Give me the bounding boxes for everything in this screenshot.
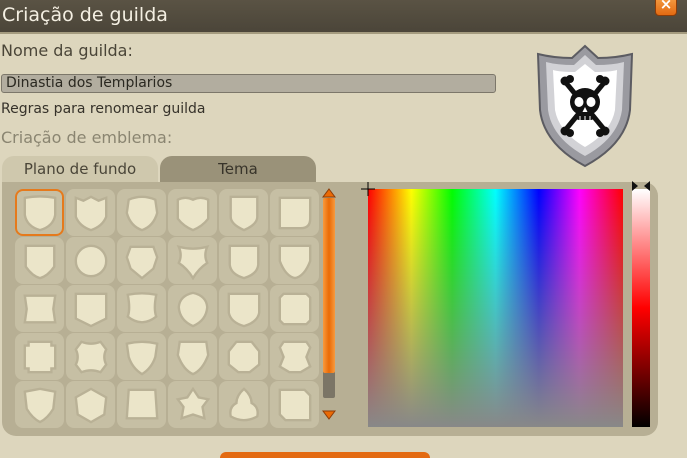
shield-shape-icon <box>278 244 311 279</box>
shape-option[interactable] <box>117 189 166 236</box>
shape-option[interactable] <box>219 237 268 284</box>
shape-option[interactable] <box>66 237 115 284</box>
shield-shape-icon <box>228 244 259 279</box>
emblem-section-label: Criação de emblema: <box>1 128 173 147</box>
guild-name-input[interactable]: Dinastia dos Templarios <box>1 74 496 93</box>
shape-option[interactable] <box>270 381 319 428</box>
guild-creation-window: Criação de guilda × Nome da guilda: Dina… <box>0 0 687 458</box>
shield-shape-icon <box>23 194 56 231</box>
rename-rules-link[interactable]: Regras para renomear guilda <box>1 101 205 117</box>
lightness-slider[interactable] <box>632 189 650 427</box>
scroll-up-arrow-icon[interactable] <box>322 188 336 198</box>
close-icon: × <box>659 0 673 13</box>
scroll-down-arrow-icon[interactable] <box>322 410 336 420</box>
shape-option[interactable] <box>15 237 64 284</box>
guild-name-label: Nome da guilda: <box>1 41 133 60</box>
shield-shape-icon <box>74 195 107 231</box>
shield-shape-icon <box>176 340 209 375</box>
shield-shape-icon <box>227 340 260 373</box>
shield-shape-icon <box>74 386 107 423</box>
shield-shape-icon <box>125 388 158 419</box>
title-bar[interactable]: Criação de guilda <box>0 0 687 34</box>
shield-shape-icon <box>125 291 158 323</box>
shield-shape-icon <box>74 292 107 327</box>
shield-shape-icon <box>278 196 311 229</box>
lightness-marker-icon[interactable] <box>630 181 652 191</box>
shield-shape-icon <box>177 291 208 327</box>
shape-option[interactable] <box>270 189 319 236</box>
shape-option[interactable] <box>66 285 115 332</box>
shape-option[interactable] <box>15 189 64 236</box>
shape-option[interactable] <box>168 381 217 428</box>
shield-shape-icon <box>125 245 158 280</box>
color-picker-field[interactable] <box>368 189 623 427</box>
window-title: Criação de guilda <box>2 4 168 26</box>
shield-shape-icon <box>24 244 55 279</box>
shape-option[interactable] <box>168 237 217 284</box>
shield-shape-icon <box>176 244 209 280</box>
shape-option[interactable] <box>117 237 166 284</box>
shield-shape-icon <box>125 195 158 231</box>
shape-option[interactable] <box>15 333 64 380</box>
shield-icon <box>536 44 634 168</box>
shield-shape-icon <box>73 339 108 374</box>
footer-button-edge <box>220 452 430 458</box>
shield-shape-icon <box>278 388 311 421</box>
shield-shape-icon <box>176 196 209 231</box>
shape-option[interactable] <box>219 189 268 236</box>
shield-shape-icon <box>227 292 260 327</box>
shield-shape-icon <box>22 294 57 323</box>
shape-option[interactable] <box>270 237 319 284</box>
shape-option[interactable] <box>168 285 217 332</box>
shield-shape-icon <box>23 340 56 373</box>
shape-option[interactable] <box>219 333 268 380</box>
shield-shape-icon <box>277 340 312 373</box>
shield-shape-icon <box>228 386 259 421</box>
shape-option[interactable] <box>219 285 268 332</box>
emblem-preview <box>536 44 634 168</box>
shape-option[interactable] <box>117 285 166 332</box>
shape-option[interactable] <box>15 285 64 332</box>
shape-option[interactable] <box>168 189 217 236</box>
tab-background[interactable]: Plano de fundo <box>2 156 158 184</box>
scroll-thumb[interactable] <box>323 198 335 373</box>
shape-option[interactable] <box>117 333 166 380</box>
shape-option[interactable] <box>66 333 115 380</box>
shape-option[interactable] <box>270 285 319 332</box>
shield-shape-icon <box>124 340 159 375</box>
shape-option[interactable] <box>219 381 268 428</box>
shape-option[interactable] <box>66 381 115 428</box>
shield-shape-icon <box>229 195 258 231</box>
shape-option[interactable] <box>168 333 217 380</box>
shield-shape-icon <box>22 387 57 423</box>
tab-theme[interactable]: Tema <box>160 156 316 184</box>
shape-option[interactable] <box>117 381 166 428</box>
shield-shape-icon <box>175 386 210 420</box>
shield-shape-icon <box>278 292 311 325</box>
shield-shape-icon <box>74 244 107 277</box>
shape-scrollbar[interactable] <box>322 188 336 420</box>
background-shape-grid <box>15 189 319 429</box>
shape-option[interactable] <box>270 333 319 380</box>
shape-option[interactable] <box>15 381 64 428</box>
crosshair-icon <box>361 182 375 196</box>
close-button[interactable]: × <box>655 0 677 16</box>
shape-option[interactable] <box>66 189 115 236</box>
